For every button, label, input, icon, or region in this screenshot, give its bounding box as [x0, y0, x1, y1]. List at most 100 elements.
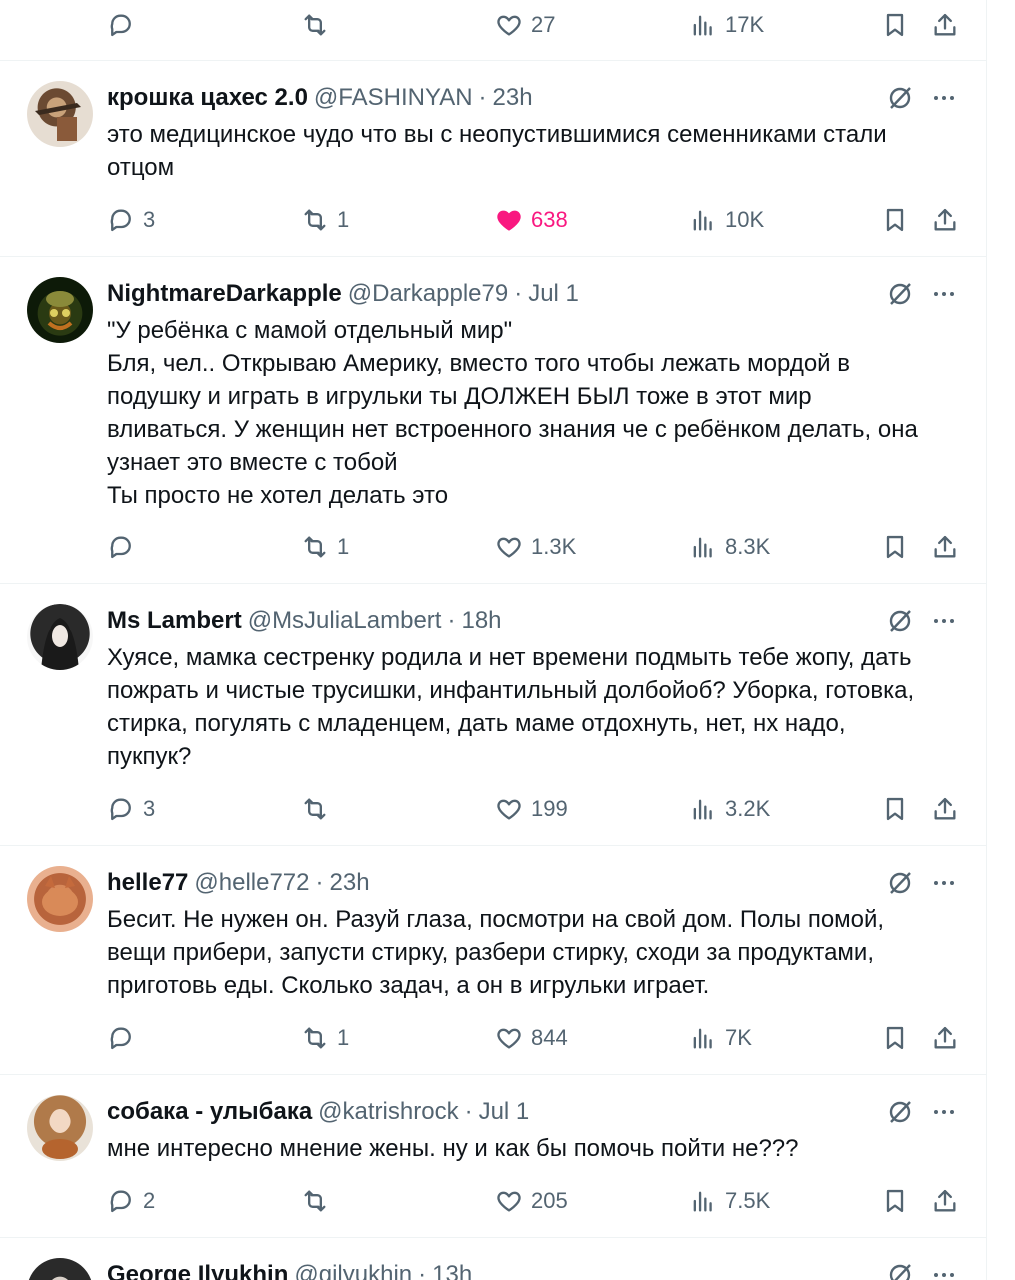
reply-button[interactable]: 3 [107, 200, 155, 240]
like-button[interactable]: 638 [495, 200, 568, 240]
bookmark-button[interactable] [881, 1181, 909, 1221]
avatar[interactable] [27, 604, 93, 670]
avatar[interactable] [27, 1095, 93, 1161]
like-button[interactable]: 27 [495, 5, 555, 45]
post-time[interactable]: 18h [461, 607, 501, 634]
post-text-line: приготовь еды. Сколько задач, а он в игр… [107, 972, 710, 999]
retweet-button[interactable] [301, 1181, 337, 1221]
more-options-button[interactable] [929, 83, 959, 113]
more-options-button[interactable] [929, 279, 959, 309]
retweet-button[interactable] [301, 5, 329, 45]
display-name[interactable]: Ms Lambert [107, 607, 242, 634]
avatar[interactable] [27, 1258, 93, 1280]
user-handle[interactable]: @MsJuliaLambert [248, 607, 442, 634]
post[interactable]: helle77 @helle772 · 23h Бесит. Не нужен он.… [0, 846, 987, 1075]
post-text-line: пожрать и чистые трусишки, инфантильный … [107, 677, 915, 704]
more-options-button[interactable] [929, 606, 959, 636]
user-handle[interactable]: @katrishrock [318, 1098, 458, 1125]
like-button[interactable]: 1.3K [495, 527, 576, 567]
reply-button[interactable] [107, 527, 143, 567]
like-count: 205 [531, 1188, 568, 1213]
post[interactable]: собака - улыбака @katrishrock · Jul 1 мне и… [0, 1075, 987, 1238]
bookmark-button[interactable] [881, 5, 909, 45]
share-button[interactable] [931, 1181, 959, 1221]
display-name[interactable]: собака - улыбака [107, 1098, 312, 1125]
like-count: 844 [531, 1025, 568, 1050]
like-button[interactable]: 199 [495, 789, 568, 829]
post-time[interactable]: 23h [493, 84, 533, 111]
like-button[interactable]: 205 [495, 1181, 568, 1221]
action-bar: 3 199 3.2K [107, 789, 967, 829]
post-header: Ms Lambert @MsJuliaLambert · 18h [107, 604, 857, 638]
retweet-button[interactable]: 1 [301, 200, 349, 240]
share-button[interactable] [931, 1018, 959, 1058]
more-options-button[interactable] [929, 1260, 959, 1280]
display-name[interactable]: George Ilyukhin [107, 1261, 288, 1280]
like-count: 199 [531, 796, 568, 821]
avatar[interactable] [27, 866, 93, 932]
retweet-icon [304, 209, 326, 231]
post-time[interactable]: 23h [330, 869, 370, 896]
views-button[interactable]: 10K [689, 200, 764, 240]
separator-dot: · [447, 607, 456, 634]
post[interactable]: NightmareDarkapple @Darkapple79 · Jul 1 "У … [0, 257, 987, 584]
views-button[interactable]: 8.3K [689, 527, 770, 567]
grok-icon[interactable] [885, 606, 915, 636]
grok-icon[interactable] [885, 83, 915, 113]
display-name[interactable]: NightmareDarkapple [107, 280, 342, 307]
bookmark-button[interactable] [881, 200, 909, 240]
grok-icon[interactable] [885, 1097, 915, 1127]
user-handle[interactable]: @FASHINYAN [314, 84, 473, 111]
views-button[interactable]: 3.2K [689, 789, 770, 829]
display-name[interactable]: helle77 [107, 869, 188, 896]
post-text-line: отцом [107, 154, 175, 181]
retweet-button[interactable]: 1 [301, 527, 349, 567]
grok-icon[interactable] [885, 1260, 915, 1280]
reply-button[interactable]: 2 [107, 1181, 155, 1221]
post-text: Бесит. Не нужен он. Разуй глаза, посмотр… [107, 903, 967, 1002]
more-options-button[interactable] [929, 868, 959, 898]
post-text-line: это медицинское чудо что вы с неопустивш… [107, 121, 887, 148]
reply-icon [110, 536, 131, 559]
post-header: крошка цахес 2.0 @FASHINYAN · 23h [107, 81, 857, 115]
display-name[interactable]: крошка цахес 2.0 [107, 84, 308, 111]
post-text-line: Бля, чел.. Открываю Америку, вместо того… [107, 350, 851, 377]
post-time[interactable]: Jul 1 [479, 1098, 530, 1125]
views-count: 3.2K [725, 796, 771, 821]
avatar[interactable] [27, 277, 93, 343]
post[interactable]: крошка цахес 2.0 @FASHINYAN · 23h это медиц… [0, 61, 987, 257]
retweet-button[interactable]: 1 [301, 1018, 349, 1058]
post[interactable]: George Ilyukhin @gilyukhin · 13h [0, 1238, 987, 1280]
retweet-count: 1 [337, 534, 350, 559]
views-button[interactable]: 7K [689, 1018, 752, 1058]
user-handle[interactable]: @helle772 [194, 869, 309, 896]
bookmark-button[interactable] [881, 527, 909, 567]
reply-button[interactable] [107, 5, 135, 45]
share-button[interactable] [931, 527, 959, 567]
grok-icon[interactable] [885, 279, 915, 309]
post-text: это медицинское чудо что вы с неопустивш… [107, 118, 967, 184]
reply-button[interactable]: 3 [107, 789, 155, 829]
user-handle[interactable]: @Darkapple79 [348, 280, 508, 307]
grok-icon[interactable] [885, 868, 915, 898]
views-icon [693, 15, 712, 36]
more-options-button[interactable] [929, 1097, 959, 1127]
reply-button[interactable] [107, 1018, 143, 1058]
retweet-button[interactable] [301, 789, 337, 829]
like-button[interactable]: 844 [495, 1018, 568, 1058]
share-button[interactable] [931, 789, 959, 829]
views-count: 10K [725, 207, 765, 232]
post[interactable]: Ms Lambert @MsJuliaLambert · 18h Хуясе, мам… [0, 584, 987, 846]
post-time[interactable]: 13h [432, 1261, 472, 1280]
bookmark-button[interactable] [881, 1018, 909, 1058]
bookmark-button[interactable] [881, 789, 909, 829]
views-button[interactable]: 17K [689, 5, 764, 45]
share-button[interactable] [931, 200, 959, 240]
views-button[interactable]: 7.5K [689, 1181, 770, 1221]
post-time[interactable]: Jul 1 [528, 280, 579, 307]
share-button[interactable] [931, 5, 959, 45]
avatar-image [42, 1109, 78, 1159]
heart-icon [497, 799, 521, 820]
avatar[interactable] [27, 81, 93, 147]
user-handle[interactable]: @gilyukhin [294, 1261, 412, 1280]
